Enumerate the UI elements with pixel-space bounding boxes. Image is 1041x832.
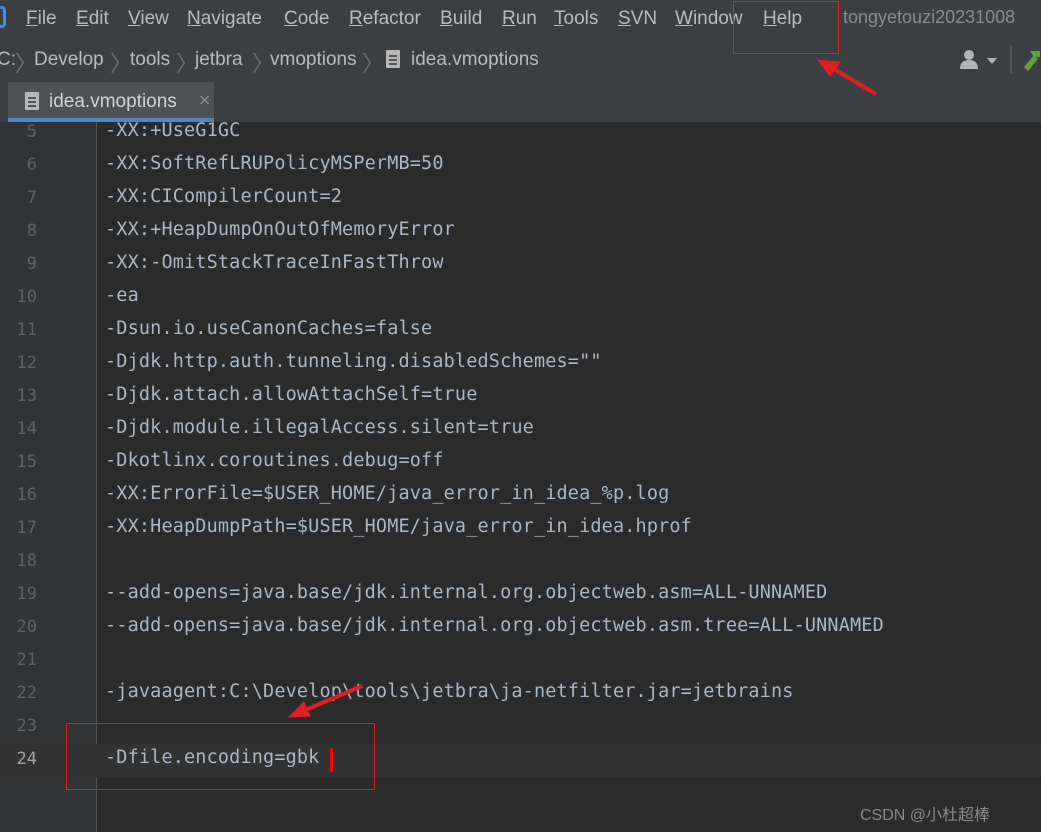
line-number: 12 bbox=[16, 353, 37, 373]
line-number: 13 bbox=[16, 386, 37, 406]
code-line[interactable]: 6 -XX:SoftRefLRUPolicyMSPerMB=50 bbox=[0, 150, 1041, 183]
menu-run[interactable]: Run bbox=[502, 8, 537, 30]
code-line[interactable]: 21 bbox=[0, 645, 1041, 678]
line-number: 5 bbox=[26, 122, 37, 142]
menu-svn[interactable]: SVN bbox=[618, 8, 657, 30]
menu-edit[interactable]: Edit bbox=[76, 8, 109, 30]
line-number: 11 bbox=[16, 320, 37, 340]
code-text: -XX:+HeapDumpOnOutOfMemoryError bbox=[105, 219, 455, 240]
breadcrumb: C: 〉 Develop 〉 tools 〉 jetbra 〉 vmoption… bbox=[0, 37, 1041, 83]
menu-view[interactable]: View bbox=[128, 8, 169, 30]
code-text: -XX:+UseG1GC bbox=[105, 120, 241, 141]
code-line[interactable]: 19 --add-opens=java.base/jdk.internal.org… bbox=[0, 579, 1041, 612]
breadcrumb-jetbra[interactable]: jetbra bbox=[195, 49, 243, 71]
menu-bar: File Edit View Navigate Code Refactor Bu… bbox=[0, 0, 1041, 37]
menu-refactor[interactable]: Refactor bbox=[349, 8, 421, 30]
line-number: 8 bbox=[26, 221, 37, 241]
line-number: 16 bbox=[16, 485, 37, 505]
breadcrumb-vmoptions[interactable]: vmoptions bbox=[270, 49, 357, 71]
user-icon[interactable] bbox=[958, 49, 1002, 71]
tab-idea-vmoptions[interactable]: idea.vmoptions × bbox=[8, 82, 214, 122]
code-text: -XX:SoftRefLRUPolicyMSPerMB=50 bbox=[105, 153, 444, 174]
code-line[interactable]: 17 -XX:HeapDumpPath=$USER_HOME/java_error… bbox=[0, 513, 1041, 546]
breadcrumb-tools[interactable]: tools bbox=[130, 49, 170, 71]
code-line[interactable]: 12 -Djdk.http.auth.tunneling.disabledSche… bbox=[0, 348, 1041, 381]
code-line[interactable]: 13 -Djdk.attach.allowAttachSelf=true bbox=[0, 381, 1041, 414]
code-text: -XX:HeapDumpPath=$USER_HOME/java_error_i… bbox=[105, 516, 692, 537]
close-icon[interactable]: × bbox=[198, 90, 211, 109]
code-text: -Djdk.attach.allowAttachSelf=true bbox=[105, 384, 478, 405]
breadcrumb-develop[interactable]: Develop bbox=[34, 49, 104, 71]
line-number: 7 bbox=[26, 188, 37, 208]
code-line[interactable]: 15 -Dkotlinx.coroutines.debug=off bbox=[0, 447, 1041, 480]
code-text: -Djdk.module.illegalAccess.silent=true bbox=[105, 417, 534, 438]
annotation-box-help bbox=[733, 1, 839, 54]
code-text: -Dsun.io.useCanonCaches=false bbox=[105, 318, 433, 339]
file-icon bbox=[386, 50, 400, 68]
chevron-right-icon: 〉 bbox=[362, 52, 385, 77]
menu-code[interactable]: Code bbox=[284, 8, 329, 30]
build-hammer-icon[interactable] bbox=[1020, 47, 1041, 71]
chevron-right-icon: 〉 bbox=[110, 52, 133, 77]
breadcrumb-file[interactable]: idea.vmoptions bbox=[411, 49, 539, 71]
code-text: -ea bbox=[105, 285, 139, 306]
line-number: 6 bbox=[26, 155, 37, 175]
line-number: 14 bbox=[16, 419, 37, 439]
line-number: 10 bbox=[16, 287, 37, 307]
code-line[interactable]: 9 -XX:-OmitStackTraceInFastThrow bbox=[0, 249, 1041, 282]
menu-file[interactable]: File bbox=[26, 8, 57, 30]
code-text: -XX:ErrorFile=$USER_HOME/java_error_in_i… bbox=[105, 483, 670, 504]
menu-tools[interactable]: Tools bbox=[554, 8, 598, 30]
code-line[interactable]: 20 --add-opens=java.base/jdk.internal.org… bbox=[0, 612, 1041, 645]
code-line[interactable]: 5 -XX:+UseG1GC bbox=[0, 117, 1041, 150]
annotation-box-encoding bbox=[66, 723, 375, 790]
line-number: 23 bbox=[16, 716, 37, 736]
line-number: 17 bbox=[16, 518, 37, 538]
line-number: 9 bbox=[26, 254, 37, 274]
code-text: -XX:CICompilerCount=2 bbox=[105, 186, 343, 207]
menu-build[interactable]: Build bbox=[440, 8, 482, 30]
menu-navigate[interactable]: Navigate bbox=[187, 8, 262, 30]
code-line[interactable]: 11 -Dsun.io.useCanonCaches=false bbox=[0, 315, 1041, 348]
line-number: 18 bbox=[16, 551, 37, 571]
line-number: 21 bbox=[16, 650, 37, 670]
watermark: CSDN @小杜超棒 bbox=[860, 807, 991, 824]
code-line[interactable]: 8 -XX:+HeapDumpOnOutOfMemoryError bbox=[0, 216, 1041, 249]
code-line[interactable]: 10 -ea bbox=[0, 282, 1041, 315]
code-line[interactable]: 22 -javaagent:C:\Develop\tools\jetbra\ja-… bbox=[0, 678, 1041, 711]
code-text: --add-opens=java.base/jdk.internal.org.o… bbox=[105, 582, 828, 603]
line-number: 20 bbox=[16, 617, 37, 637]
code-line[interactable]: 14 -Djdk.module.illegalAccess.silent=true bbox=[0, 414, 1041, 447]
file-icon bbox=[25, 92, 39, 110]
code-text: -XX:-OmitStackTraceInFastThrow bbox=[105, 252, 444, 273]
username-label: tongyetouzi20231008 bbox=[843, 7, 1016, 27]
toolbar-divider bbox=[1010, 45, 1012, 73]
tab-label: idea.vmoptions bbox=[49, 91, 177, 112]
code-line[interactable]: 7 -XX:CICompilerCount=2 bbox=[0, 183, 1041, 216]
code-line[interactable]: 18 bbox=[0, 546, 1041, 579]
app-logo-icon bbox=[0, 6, 6, 28]
code-line[interactable]: 16 -XX:ErrorFile=$USER_HOME/java_error_in… bbox=[0, 480, 1041, 513]
code-text: -Dkotlinx.coroutines.debug=off bbox=[105, 450, 444, 471]
code-text: -Djdk.http.auth.tunneling.disabledScheme… bbox=[105, 351, 602, 372]
line-number: 24 bbox=[16, 749, 37, 769]
breadcrumb-drive[interactable]: C: bbox=[0, 49, 16, 71]
line-number: 15 bbox=[16, 452, 37, 472]
line-number: 22 bbox=[16, 683, 37, 703]
code-text: -javaagent:C:\Develop\tools\jetbra\ja-ne… bbox=[105, 681, 794, 702]
code-text: --add-opens=java.base/jdk.internal.org.o… bbox=[105, 615, 884, 636]
line-number: 19 bbox=[16, 584, 37, 604]
